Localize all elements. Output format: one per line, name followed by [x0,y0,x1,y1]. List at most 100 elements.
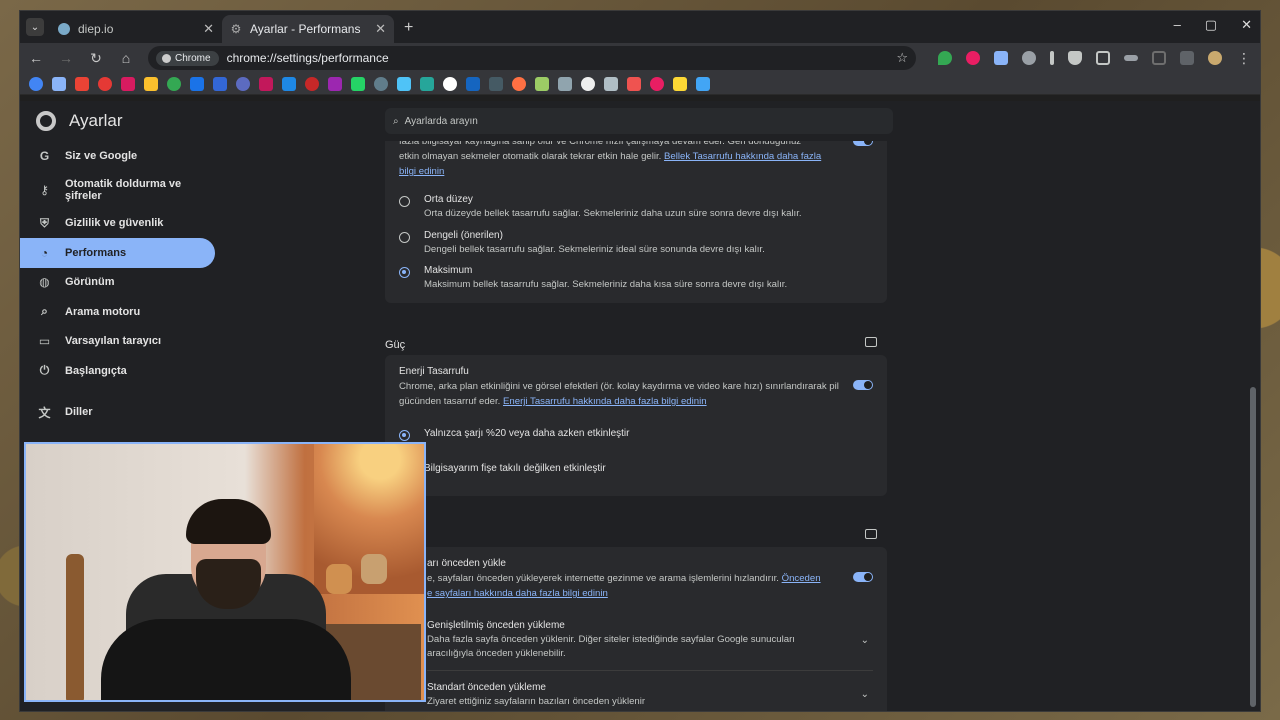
bookmark-favicon-icon[interactable] [75,76,89,91]
close-window-button[interactable]: ✕ [1241,17,1252,33]
bookmark-favicon-icon[interactable] [443,76,457,91]
sidebar-item[interactable]: ⛨ Gizlilik ve güvenlik [20,209,220,239]
extension-camera-icon[interactable] [1022,51,1036,65]
radio-button-selected[interactable] [399,430,410,441]
site-info-chip[interactable]: Chrome [156,50,219,66]
bookmark-favicon-icon[interactable] [190,76,204,91]
chevron-down-icon[interactable]: ⌄ [861,689,869,700]
bookmark-favicon-icon[interactable] [558,76,572,91]
tab-search-chevron-icon[interactable]: ⌄ [26,18,44,36]
bookmark-favicon-icon[interactable] [98,76,112,91]
minimize-button[interactable]: – [1174,17,1181,33]
forward-arrow-icon[interactable]: → [58,50,74,66]
maximize-button[interactable]: ▢ [1205,17,1217,33]
sidebar-item-label: Arama motoru [65,305,141,318]
sidebar-item[interactable]: G Siz ve Google [20,141,220,171]
preload-extended-option[interactable]: Genişletilmiş önceden yükleme Daha fazla… [427,619,827,661]
bookmark-favicon-icon[interactable] [29,76,43,91]
bookmark-favicon-icon[interactable] [489,76,503,91]
sidebar-item[interactable]: ⌕ Arama motoru [20,297,220,327]
bookmark-favicon-icon[interactable] [328,76,342,91]
scrollbar-thumb[interactable] [1250,387,1256,707]
energy-saver-toggle[interactable] [853,380,873,390]
bookmark-favicon-icon[interactable] [650,76,664,91]
extension-shield-icon[interactable] [938,51,952,65]
passwords-key-icon[interactable] [1124,55,1138,61]
sidebar-item-label: Gizlilik ve güvenlik [65,217,164,230]
bookmark-star-icon[interactable]: ☆ [896,50,908,66]
energy-saver-text: Enerji Tasarrufu Chrome, arka plan etkin… [399,365,839,409]
url-text[interactable]: chrome://settings/performance [227,51,889,65]
radio-option-balanced[interactable]: Dengeli (önerilen) Dengeli bellek tasarr… [399,229,765,257]
bookmark-favicon-icon[interactable] [466,76,480,91]
reload-icon[interactable]: ↻ [88,50,104,67]
bookmark-favicon-icon[interactable] [167,76,181,91]
address-bar[interactable]: Chrome chrome://settings/performance ☆ [148,46,916,70]
bookmark-favicon-icon[interactable] [604,76,618,91]
feedback-icon[interactable] [865,337,877,347]
bookmark-favicon-icon[interactable] [696,76,710,91]
home-icon[interactable]: ⌂ [118,50,134,66]
bookmark-favicon-icon[interactable] [236,76,250,91]
sidebar-item[interactable]: ⏻ Başlangıçta [20,356,220,386]
preload-learn-more-link[interactable]: Önceden [782,573,821,584]
tab-diep[interactable]: diep.io ✕ [50,15,222,43]
bookmark-favicon-icon[interactable] [144,76,158,91]
sidebar-item[interactable]: 文 Diller [20,398,220,428]
bookmark-favicon-icon[interactable] [52,76,66,91]
bookmark-favicon-icon[interactable] [121,76,135,91]
bookmarks-bar [20,73,1260,95]
radio-option-battery-20[interactable]: Yalnızca şarjı %20 veya daha azken etkin… [399,427,629,441]
back-arrow-icon[interactable]: ← [28,50,44,66]
radio-option-moderate[interactable]: Orta düzey Orta düzeyde bellek tasarrufu… [399,193,802,221]
profile-avatar[interactable] [1208,51,1222,65]
extension-window-icon[interactable] [994,51,1008,65]
option-desc: Orta düzeyde bellek tasarrufu sağlar. Se… [424,208,802,219]
preload-toggle[interactable] [853,572,873,582]
extension-shield2-icon[interactable] [1068,51,1082,65]
menu-kebab-icon[interactable]: ⋮ [1236,50,1252,67]
bookmark-favicon-icon[interactable] [627,76,641,91]
bookmark-favicon-icon[interactable] [305,76,319,91]
close-tab-icon[interactable]: ✕ [375,21,386,37]
feedback-icon[interactable] [865,529,877,539]
preload-learn-more-link-cont[interactable]: e sayfaları hakkında daha fazla bilgi ed… [427,588,608,599]
cast-icon[interactable] [1152,51,1166,65]
scrollbar[interactable] [1250,151,1256,711]
sidebar-item[interactable]: ▭ Varsayılan tarayıcı [20,327,220,357]
extensions-puzzle-icon[interactable] [1096,51,1110,65]
option-title: Dengeli (önerilen) [424,230,503,241]
bookmark-favicon-icon[interactable] [673,76,687,91]
extension-pink-icon[interactable] [966,51,980,65]
translate-icon[interactable] [1180,51,1194,65]
sidebar-item[interactable]: ◍ Görünüm [20,268,220,298]
bookmark-favicon-icon[interactable] [512,76,526,91]
settings-search-input[interactable]: ⌕ Ayarlarda arayın [385,108,893,134]
radio-option-maximum[interactable]: Maksimum Maksimum bellek tasarrufu sağla… [399,264,787,292]
new-tab-button[interactable]: + [404,19,413,37]
energy-learn-more-link[interactable]: Enerji Tasarrufu hakkında daha fazla bil… [503,396,707,407]
bookmark-favicon-icon[interactable] [535,76,549,91]
bookmark-favicon-icon[interactable] [213,76,227,91]
memory-saver-toggle[interactable] [853,141,873,146]
memory-intro-text: fazla bilgisayar kaynağına sahip olur ve… [399,141,822,177]
bookmark-favicon-icon[interactable] [351,76,365,91]
radio-option-unplugged[interactable]: Bilgisayarım fişe takılı değilken etkinl… [399,462,606,476]
bookmark-favicon-icon[interactable] [420,76,434,91]
sidebar-item[interactable]: ⚷ Otomatik doldurma ve şifreler [20,171,220,209]
tab-settings[interactable]: ⚙ Ayarlar - Performans ✕ [222,15,394,43]
extension-pen-icon[interactable] [1050,51,1054,65]
bookmark-favicon-icon[interactable] [259,76,273,91]
radio-button-selected[interactable] [399,267,410,278]
chevron-down-icon[interactable]: ⌄ [861,635,869,646]
preload-standard-option[interactable]: Standart önceden yükleme Ziyaret ettiğin… [427,681,827,709]
sidebar-item[interactable]: ◔ Performans [20,238,215,268]
radio-button[interactable] [399,196,410,207]
close-tab-icon[interactable]: ✕ [203,21,214,37]
section-title-power: Güç [385,339,406,351]
bookmark-favicon-icon[interactable] [374,76,388,91]
bookmark-favicon-icon[interactable] [397,76,411,91]
bookmark-favicon-icon[interactable] [581,76,595,91]
radio-button[interactable] [399,232,410,243]
bookmark-favicon-icon[interactable] [282,76,296,91]
